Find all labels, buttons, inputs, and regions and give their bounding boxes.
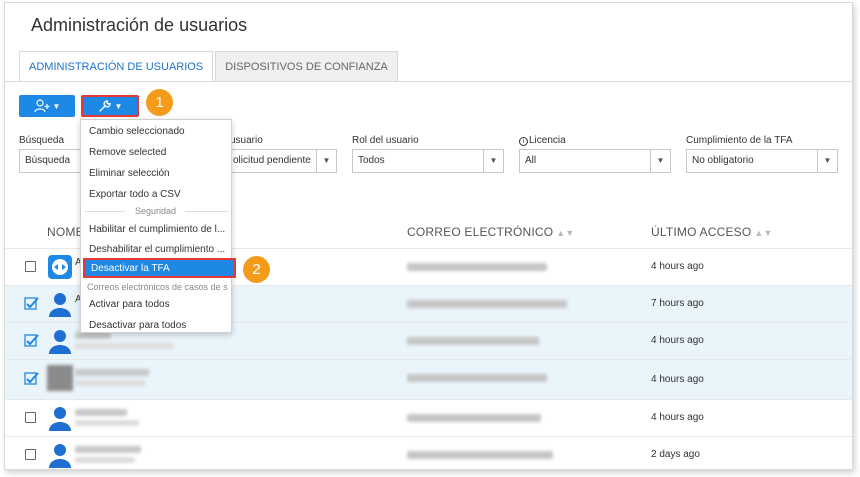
redacted-detail xyxy=(75,380,145,386)
column-header-email-label: CORREO ELECTRÓNICO xyxy=(407,225,554,239)
row-checkbox[interactable] xyxy=(25,261,36,272)
menu-divider xyxy=(185,211,229,212)
table-row[interactable]: 4 hours ago xyxy=(5,399,852,436)
info-icon[interactable]: i xyxy=(519,137,528,146)
redacted-email xyxy=(407,263,547,271)
user-avatar-icon xyxy=(49,407,71,431)
role-select[interactable]: Todos ▼ xyxy=(352,149,504,173)
license-label-text: Licencia xyxy=(529,135,566,146)
row-checkbox[interactable] xyxy=(25,412,36,423)
add-user-button[interactable]: ▼ xyxy=(19,95,75,117)
redacted-email xyxy=(407,374,547,382)
wrench-icon xyxy=(98,100,111,112)
menu-item-enable-tfa-compliance[interactable]: Habilitar el cumplimiento de l... xyxy=(89,224,225,235)
redacted-detail xyxy=(75,343,173,349)
chevron-down-icon: ▼ xyxy=(483,150,503,172)
menu-section-emails: Correos electrónicos de casos de s xyxy=(87,282,228,292)
redacted-name xyxy=(75,369,149,376)
last-access: 4 hours ago xyxy=(651,335,704,346)
tab-divider xyxy=(5,81,852,82)
chevron-down-icon: ▼ xyxy=(52,101,61,111)
page-title: Administración de usuarios xyxy=(31,15,248,35)
menu-item-deactivate-tfa[interactable]: Desactivar la TFA xyxy=(83,258,236,278)
checkmark-icon xyxy=(24,334,39,347)
redacted-email xyxy=(407,300,567,308)
user-avatar-icon xyxy=(49,444,71,468)
redacted-name xyxy=(75,332,111,339)
row-checkbox-checked[interactable] xyxy=(24,372,39,385)
callout-2: 2 xyxy=(243,256,270,283)
tab-user-management[interactable]: ADMINISTRACIÓN DE USUARIOS xyxy=(19,51,214,82)
license-select[interactable]: All ▼ xyxy=(519,149,671,173)
tfa-label: Cumplimiento de la TFA xyxy=(686,135,793,146)
chevron-down-icon: ▼ xyxy=(316,150,336,172)
redacted-detail xyxy=(75,457,135,463)
role-label: Rol del usuario xyxy=(352,135,419,146)
last-access: 7 hours ago xyxy=(651,298,704,309)
photo-avatar xyxy=(47,365,73,391)
add-user-icon xyxy=(33,99,50,113)
user-avatar-icon xyxy=(49,293,71,317)
last-access: 4 hours ago xyxy=(651,374,704,385)
redacted-name xyxy=(75,446,141,453)
checkmark-icon xyxy=(24,372,39,385)
redacted-email xyxy=(407,451,553,459)
menu-item-disable-tfa-compliance[interactable]: Deshabilitar el cumplimiento ... xyxy=(89,244,225,255)
callout-1: 1 xyxy=(146,89,173,116)
menu-item-export-csv[interactable]: Exportar todo a CSV xyxy=(89,189,181,200)
row-checkbox-checked[interactable] xyxy=(24,297,39,310)
search-input[interactable]: Búsqueda xyxy=(19,149,81,173)
user-avatar-icon xyxy=(49,330,71,354)
menu-item-deactivate-all[interactable]: Desactivar para todos xyxy=(89,320,186,331)
redacted-email xyxy=(407,414,541,422)
table-row[interactable]: 2 days ago xyxy=(5,436,852,469)
last-access: 4 hours ago xyxy=(651,412,704,423)
menu-section-security: Seguridad xyxy=(135,206,177,216)
tab-bar: ADMINISTRACIÓN DE USUARIOS DISPOSITIVOS … xyxy=(19,51,400,82)
redacted-detail xyxy=(75,420,139,426)
tools-dropdown-menu: Cambio seleccionado Remove selected Elim… xyxy=(80,119,236,333)
checkmark-icon xyxy=(24,297,39,310)
menu-item-activate-all[interactable]: Activar para todos xyxy=(89,299,170,310)
tfa-value: No obligatorio xyxy=(692,155,754,166)
last-access: 2 days ago xyxy=(651,449,700,460)
last-access: 4 hours ago xyxy=(651,261,704,272)
status-select[interactable]: olicitud pendiente ▼ xyxy=(227,149,337,173)
column-header-last-access-label: ÚLTIMO ACCESO xyxy=(651,225,752,239)
sort-icon: ▲▼ xyxy=(556,228,575,238)
row-checkbox-checked[interactable] xyxy=(24,334,39,347)
redacted-email xyxy=(407,337,539,345)
menu-divider xyxy=(85,211,125,212)
app-logo-avatar-icon xyxy=(48,255,72,279)
column-header-name[interactable]: NOMB xyxy=(47,225,84,239)
search-label: Búsqueda xyxy=(19,135,65,146)
tools-dropdown-button[interactable]: ▼ xyxy=(81,95,139,117)
tfa-select[interactable]: No obligatorio ▼ xyxy=(686,149,838,173)
license-value: All xyxy=(525,155,537,166)
app-window: Administración de usuarios ADMINISTRACIÓ… xyxy=(4,2,853,470)
chevron-down-icon: ▼ xyxy=(114,101,123,111)
chevron-down-icon: ▼ xyxy=(817,150,837,172)
tab-trusted-devices[interactable]: DISPOSITIVOS DE CONFIANZA xyxy=(215,51,398,82)
license-label: i Licencia xyxy=(519,135,566,146)
status-value: olicitud pendiente xyxy=(233,155,311,166)
menu-item-deactivate-tfa-label: Desactivar la TFA xyxy=(91,263,170,274)
sort-icon: ▲▼ xyxy=(754,228,773,238)
column-header-email[interactable]: CORREO ELECTRÓNICO ▲▼ xyxy=(407,225,575,239)
status-label: usuario xyxy=(230,135,263,146)
menu-item-delete-selection[interactable]: Eliminar selección xyxy=(89,168,170,179)
table-row[interactable]: 4 hours ago xyxy=(5,359,852,399)
menu-item-remove-selected[interactable]: Remove selected xyxy=(89,147,166,158)
chevron-down-icon: ▼ xyxy=(650,150,670,172)
menu-item-change-selected[interactable]: Cambio seleccionado xyxy=(89,126,185,137)
column-header-last-access[interactable]: ÚLTIMO ACCESO ▲▼ xyxy=(651,225,773,239)
row-checkbox[interactable] xyxy=(25,449,36,460)
redacted-name xyxy=(75,409,127,416)
role-value: Todos xyxy=(358,155,385,166)
